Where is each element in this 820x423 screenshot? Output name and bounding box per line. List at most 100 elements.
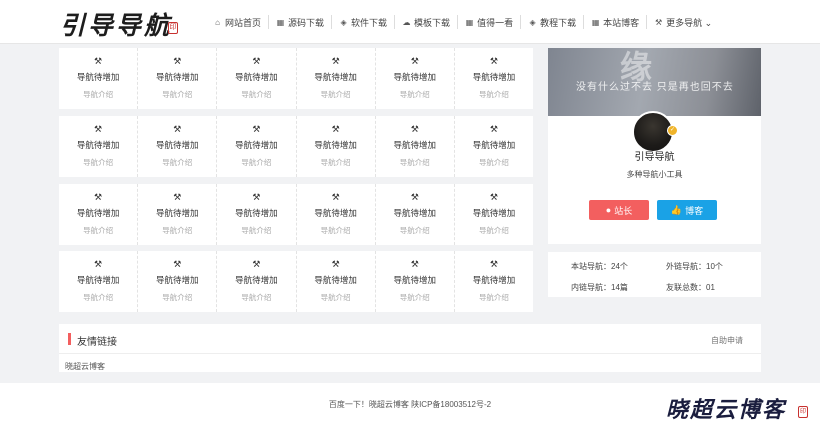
wrench-icon: ⚒: [331, 124, 340, 134]
nav-item[interactable]: ⚒ 更多导航 ⌄: [646, 15, 719, 29]
owner-button-label: 站长: [614, 205, 633, 216]
nav-item[interactable]: ◈ 软件下载: [331, 15, 394, 29]
cube-icon: ◈: [529, 17, 536, 27]
nav-card-desc: 导航介绍: [320, 158, 351, 167]
friend-links-header: 友情链接 自助申请: [59, 324, 761, 354]
verified-badge-icon: ✓: [667, 125, 678, 136]
profile-desc: 多种导航小工具: [626, 170, 683, 179]
nav-card[interactable]: ⚒ 导航待增加 导航介绍: [217, 48, 297, 109]
nav-card-title: 导航待增加: [156, 72, 199, 82]
nav-card[interactable]: ⚒ 导航待增加 导航介绍: [455, 251, 533, 312]
nav-item[interactable]: ▦ 源码下载: [268, 15, 331, 29]
nav-card-desc: 导航介绍: [162, 90, 193, 99]
wrench-icon: ⚒: [331, 56, 340, 66]
nav-card-desc: 导航介绍: [162, 293, 193, 302]
site-stats: 本站导航：24个 外链导航：10个 内链导航：14篇 友联总数：01: [548, 252, 761, 297]
nav-card-desc: 导航介绍: [241, 226, 272, 235]
nav-card[interactable]: ⚒ 导航待增加 导航介绍: [138, 184, 218, 245]
nav-card-title: 导航待增加: [472, 72, 516, 82]
nav-card-desc: 导航介绍: [320, 90, 351, 99]
watermark-seal-icon: 印: [798, 406, 808, 418]
nav-card[interactable]: ⚒ 导航待增加 导航介绍: [59, 116, 139, 177]
nav-item[interactable]: ◈ 教程下载: [520, 15, 583, 29]
nav-item[interactable]: ⌂ 网站首页: [206, 15, 268, 29]
nav-card-desc: 导航介绍: [241, 90, 272, 99]
nav-card[interactable]: ⚒ 导航待增加 导航介绍: [297, 184, 376, 245]
owner-button[interactable]: ● 站长: [589, 200, 649, 220]
nav-item[interactable]: ▦ 本站博客: [583, 15, 646, 29]
wrench-icon: ⚒: [94, 124, 103, 134]
nav-row: ⚒ 导航待增加 导航介绍 ⚒ 导航待增加 导航介绍 ⚒ 导航待增加 导航介绍 ⚒ 导航待增加 导航介绍…: [59, 251, 533, 312]
nav-card-title: 导航待增加: [235, 208, 278, 218]
nav-card[interactable]: ⚒ 导航待增加导航介绍: [59, 184, 139, 245]
nav-card-title: 导航待增加: [393, 140, 437, 150]
cube-icon: ◈: [340, 17, 347, 27]
self-apply-link[interactable]: 自助申请: [711, 335, 743, 346]
wrench-icon: ⚒: [252, 56, 261, 66]
nav-card[interactable]: ⚒ 导航待增加导航介绍: [297, 116, 376, 177]
nav-card-desc: 导航介绍: [478, 158, 509, 167]
header: 引导导航 印 ⌂ 网站首页 ▦ 源码下载 ◈ 软件下载 ☁ 模板下载 ▦ 值得一看 ◈ 教程下载 ▦ 本站…: [0, 0, 820, 44]
nav-card[interactable]: ⚒ 导航待增加 导航介绍: [297, 251, 376, 312]
nav-item-label: 源码下载: [288, 17, 325, 28]
wrench-icon: ⚒: [173, 124, 182, 134]
nav-card-desc: 导航介绍: [399, 90, 430, 99]
nav-card[interactable]: ⚒ 导航待增加 导航介绍: [59, 251, 139, 312]
nav-card-desc: 导航介绍: [83, 293, 114, 302]
nav-card[interactable]: ⚒ 导航待增加 导航介绍: [217, 184, 297, 245]
nav-card[interactable]: ⚒ 导航待增加 导航介绍: [297, 48, 376, 109]
nav-card-title: 导航待增加: [314, 140, 357, 150]
nav-card-title: 导航待增加: [76, 208, 120, 218]
nav-item-label: 更多导航 ⌄: [666, 17, 713, 28]
nav-card[interactable]: ⚒ 导航待增加 导航介绍: [376, 251, 455, 312]
nav-item[interactable]: ☁ 模板下载: [394, 15, 457, 29]
logo-seal-icon: 印: [168, 22, 178, 34]
nav-card[interactable]: ⚒ 导航待增加 导航介绍: [376, 116, 455, 177]
nav-card-desc: 导航介绍: [83, 158, 114, 167]
nav-card[interactable]: ⚒ 导航待增加 导航介绍: [455, 48, 533, 109]
nav-card[interactable]: ⚒ 导航待增加 导航介绍: [138, 116, 218, 177]
wrench-icon: ⚒: [252, 259, 261, 269]
nav-card[interactable]: ⚒ 导航待增加 导航介绍: [455, 116, 533, 177]
nav-item-label: 本站博客: [603, 17, 640, 28]
watermark-logo: 晓超云博客: [666, 397, 787, 423]
profile-card: 缘 没有什么过不去 只是再也回不去 ✓ 引导导航 多种导航小工具 ● 站长 👍 …: [548, 48, 761, 244]
friend-link[interactable]: 晓超云博客: [65, 361, 105, 372]
qq-icon: ●: [605, 205, 612, 215]
wrench-icon: ⚒: [410, 56, 419, 66]
site-logo[interactable]: 引导导航: [60, 6, 172, 42]
nav-card-title: 导航待增加: [76, 275, 120, 285]
nav-card-desc: 导航介绍: [399, 158, 430, 167]
nav-card[interactable]: ⚒ 导航待增加 导航介绍: [59, 48, 139, 109]
wrench-icon: ⚒: [489, 259, 498, 269]
nav-card[interactable]: ⚒ 导航待增加 导航介绍: [138, 251, 218, 312]
nav-card[interactable]: ⚒ 导航待增加 导航介绍: [376, 48, 455, 109]
wrench-icon: ⚒: [331, 259, 340, 269]
nav-item-label: 模板下载: [414, 17, 451, 28]
nav-card-desc: 导航介绍: [162, 158, 193, 167]
nav-card[interactable]: ⚒ 导航待增加 导航介绍: [376, 184, 455, 245]
blog-button-label: 博客: [685, 205, 704, 216]
nav-card-title: 导航待增加: [472, 208, 516, 218]
windows-icon: ▦: [276, 17, 285, 27]
banner-quote: 没有什么过不去 只是再也回不去: [576, 82, 734, 93]
nav-card-title: 导航待增加: [393, 208, 437, 218]
nav-card-desc: 导航介绍: [478, 90, 509, 99]
nav-card[interactable]: ⚒ 导航待增加 导航介绍: [217, 116, 297, 177]
nav-card-desc: 导航介绍: [320, 293, 351, 302]
nav-item-label: 网站首页: [225, 17, 262, 28]
blog-button[interactable]: 👍 博客: [657, 200, 717, 220]
nav-item[interactable]: ▦ 值得一看: [457, 15, 520, 29]
nav-card-desc: 导航介绍: [83, 90, 114, 99]
nav-card-desc: 导航介绍: [83, 226, 114, 235]
nav-card[interactable]: ⚒ 导航待增加 导航介绍: [217, 251, 297, 312]
nav-row: ⚒ 导航待增加 导航介绍 ⚒ 导航待增加 导航介绍 ⚒ 导航待增加 导航介绍 ⚒ 导航待增加 导航介绍…: [59, 48, 533, 109]
windows-icon: ▦: [591, 17, 600, 27]
nav-card-title: 导航待增加: [472, 140, 516, 150]
wrench-icon: ⚒: [655, 17, 663, 27]
nav-card[interactable]: ⚒ 导航待增加 导航介绍: [455, 184, 533, 245]
nav-card-title: 导航待增加: [156, 275, 199, 285]
wrench-icon: ⚒: [94, 192, 103, 202]
profile-banner: 缘 没有什么过不去 只是再也回不去: [548, 48, 761, 116]
nav-card[interactable]: ⚒ 导航待增加 导航介绍: [138, 48, 218, 109]
